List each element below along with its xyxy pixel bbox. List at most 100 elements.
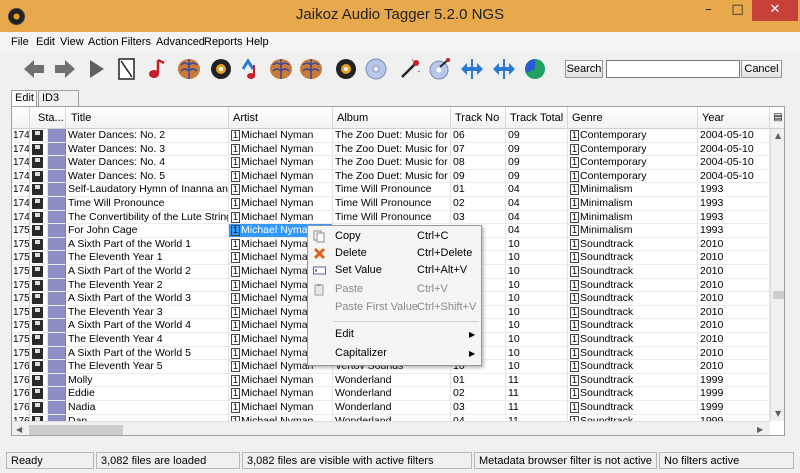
cell-track-total[interactable]: 09 (506, 129, 568, 143)
column-chooser-icon[interactable]: ▤ (770, 107, 784, 129)
table-row[interactable]: 1743Water Dances: No. 21Michael NymanThe… (12, 129, 770, 143)
cell-year[interactable]: 2010 (698, 278, 770, 293)
arrows-icon[interactable] (490, 55, 518, 83)
cell-title[interactable]: A Sixth Part of the World 1 (66, 237, 229, 252)
notepad-icon[interactable] (113, 55, 141, 83)
cell-year[interactable]: 1999 (698, 373, 770, 388)
cell-year[interactable]: 1993 (698, 183, 770, 197)
music-note-icon[interactable] (142, 55, 170, 83)
cell-track-no[interactable]: 02 (451, 387, 506, 401)
menu-edit[interactable]: Edit (36, 36, 55, 48)
cell-genre[interactable]: 1 Minimalism (568, 210, 698, 225)
cell-track-no[interactable]: 09 (451, 169, 506, 184)
cell-album[interactable]: The Zoo Duet: Music for Two (333, 169, 451, 184)
title-bar[interactable]: Jaikoz Audio Tagger 5.2.0 NGS – □ ✕ (0, 0, 800, 32)
cell-title[interactable]: Water Dances: No. 5 (66, 169, 229, 184)
cell-title[interactable]: Molly (66, 373, 229, 388)
cell-title[interactable]: The Eleventh Year 3 (66, 305, 229, 320)
cell-track-no[interactable]: 03 (451, 401, 506, 415)
context-menu-copy[interactable]: Copy Ctrl+C (308, 228, 481, 245)
scroll-left-icon[interactable]: ◀ (16, 425, 22, 434)
brain-icon[interactable] (267, 55, 295, 83)
row-status[interactable] (30, 265, 48, 279)
table-row[interactable]: 1763Nadia1Michael NymanWonderland03111So… (12, 401, 770, 415)
column-header-album[interactable]: Album (333, 107, 451, 129)
cell-track-total[interactable]: 10 (506, 278, 568, 293)
cell-track-total[interactable]: 04 (506, 197, 568, 211)
cell-year[interactable]: 1999 (698, 401, 770, 415)
cell-album[interactable]: Time Will Pronounce (333, 197, 451, 211)
cell-year[interactable]: 2010 (698, 333, 770, 347)
cell-title[interactable]: Water Dances: No. 3 (66, 142, 229, 157)
cell-artist[interactable]: 1Michael Nyman (229, 129, 333, 143)
cell-artist[interactable]: 1Michael Nyman (229, 387, 333, 401)
cell-year[interactable]: 2004-05-10 (698, 156, 770, 170)
cell-genre[interactable]: 1 Contemporary (568, 129, 698, 143)
row-status[interactable] (30, 387, 48, 401)
table-row[interactable]: 1744Water Dances: No. 31Michael NymanThe… (12, 142, 770, 157)
brain-icon[interactable] (297, 55, 325, 83)
column-header-status[interactable]: Sta... (30, 107, 66, 129)
scroll-down-icon[interactable]: ▼ (775, 409, 781, 418)
cell-artist[interactable]: 1Michael Nyman (229, 401, 333, 415)
cell-track-total[interactable]: 10 (506, 360, 568, 374)
tab-edit[interactable]: Edit (11, 90, 37, 107)
cell-title[interactable]: The Eleventh Year 2 (66, 278, 229, 293)
scroll-up-icon[interactable]: ▲ (775, 131, 781, 140)
cell-track-total[interactable]: 04 (506, 183, 568, 197)
cell-title[interactable]: A Sixth Part of the World 4 (66, 319, 229, 333)
horizontal-scrollbar[interactable]: ◀ ▶ (12, 421, 770, 435)
cd-disc-icon[interactable] (362, 55, 390, 83)
cell-title[interactable]: A Sixth Part of the World 2 (66, 265, 229, 279)
cell-artist[interactable]: 1Michael Nyman (229, 183, 333, 197)
row-status[interactable] (30, 333, 48, 347)
cell-album[interactable]: Wonderland (333, 401, 451, 415)
table-row[interactable]: 1761Molly1Michael NymanWonderland01111So… (12, 373, 770, 388)
cell-artist[interactable]: 1Michael Nyman (229, 210, 333, 225)
cell-year[interactable]: 2010 (698, 305, 770, 320)
vertical-scroll-thumb[interactable] (773, 291, 784, 299)
cancel-button[interactable]: Cancel (741, 60, 782, 78)
cell-album[interactable]: Time Will Pronounce (333, 183, 451, 197)
cell-title[interactable]: For John Cage (66, 224, 229, 238)
row-status[interactable] (30, 156, 48, 170)
cell-genre[interactable]: 1 Minimalism (568, 183, 698, 197)
cell-track-total[interactable]: 10 (506, 333, 568, 347)
cell-track-total[interactable]: 04 (506, 210, 568, 225)
cell-artist[interactable]: 1Michael Nyman (229, 169, 333, 184)
cell-artist[interactable]: 1Michael Nyman (229, 373, 333, 388)
row-status[interactable] (30, 142, 48, 157)
search-input[interactable] (606, 60, 740, 78)
cell-year[interactable]: 2010 (698, 346, 770, 361)
row-status[interactable] (30, 292, 48, 306)
row-status[interactable] (30, 278, 48, 293)
cell-track-total[interactable]: 09 (506, 156, 568, 170)
vertical-scrollbar[interactable]: ▲ ▼ (770, 129, 784, 421)
cell-genre[interactable]: 1Soundtrack (568, 251, 698, 265)
cell-track-total[interactable]: 10 (506, 319, 568, 333)
cell-title[interactable]: A Sixth Part of the World 5 (66, 346, 229, 361)
cell-track-total[interactable]: 09 (506, 142, 568, 157)
cell-genre[interactable]: 1Soundtrack (568, 373, 698, 388)
cell-genre[interactable]: 1Soundtrack (568, 401, 698, 415)
arrows-icon[interactable] (458, 55, 486, 83)
row-status[interactable] (30, 197, 48, 211)
music-upload-icon[interactable] (236, 55, 264, 83)
cell-genre[interactable]: 1Soundtrack (568, 387, 698, 401)
cell-title[interactable]: The Eleventh Year 4 (66, 333, 229, 347)
cell-genre[interactable]: 1Soundtrack (568, 346, 698, 361)
cell-title[interactable]: Time Will Pronounce (66, 197, 229, 211)
cell-genre[interactable]: 1Soundtrack (568, 292, 698, 306)
cell-title[interactable]: Eddie (66, 387, 229, 401)
context-menu-capitalizer[interactable]: Capitalizer ▶ (308, 345, 481, 362)
cell-genre[interactable]: 1 Minimalism (568, 224, 698, 238)
cell-title[interactable]: Water Dances: No. 2 (66, 129, 229, 143)
cell-track-total[interactable]: 10 (506, 305, 568, 320)
cell-genre[interactable]: 1Soundtrack (568, 237, 698, 252)
row-status[interactable] (30, 373, 48, 388)
cell-genre[interactable]: 1Soundtrack (568, 360, 698, 374)
column-header-year[interactable]: Year (698, 107, 770, 129)
column-header-track-total[interactable]: Track Total (506, 107, 568, 129)
cell-track-total[interactable]: 10 (506, 265, 568, 279)
cell-year[interactable]: 2010 (698, 292, 770, 306)
